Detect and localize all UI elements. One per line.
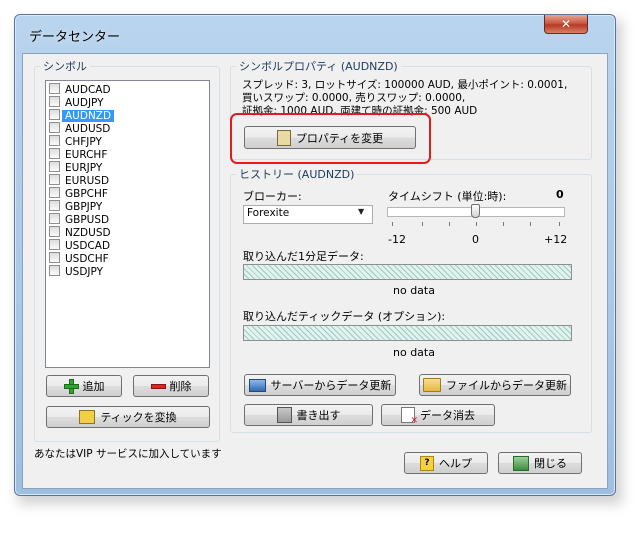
- checkbox-icon[interactable]: [49, 148, 60, 159]
- folder-icon: [423, 378, 441, 392]
- tick-data-bar: [243, 325, 572, 341]
- export-button[interactable]: 書き出す: [244, 404, 373, 426]
- timeshift-label: タイムシフト (単位:時):: [388, 190, 507, 203]
- delete-button[interactable]: 削除: [133, 375, 209, 397]
- checkbox-icon[interactable]: [49, 122, 60, 133]
- checkbox-icon[interactable]: [49, 109, 60, 120]
- convert-ticks-button[interactable]: ティックを変換: [46, 406, 210, 428]
- add-button[interactable]: 追加: [46, 375, 122, 397]
- minute-data-bar: [243, 264, 572, 280]
- tick-data-status: no data: [393, 346, 435, 359]
- broker-select-value: Forexite: [247, 207, 290, 219]
- symbol-item[interactable]: AUDCAD: [49, 83, 207, 96]
- slider-max-label: +12: [544, 233, 568, 246]
- symbol-item[interactable]: AUDUSD: [49, 122, 207, 135]
- close-button[interactable]: 閉じる: [498, 452, 582, 474]
- symbol-item[interactable]: EURJPY: [49, 161, 207, 174]
- update-from-server-button[interactable]: サーバーからデータ更新: [244, 374, 396, 396]
- slider-mid-label: 0: [472, 233, 479, 246]
- checkbox-icon[interactable]: [49, 174, 60, 185]
- properties-line-1: スプレッド: 3, ロットサイズ: 100000 AUD, 最小ポイント: 0.…: [242, 79, 568, 91]
- checkbox-icon[interactable]: [49, 161, 60, 172]
- delete-data-button[interactable]: データ消去: [381, 404, 495, 426]
- checkbox-icon[interactable]: [49, 200, 60, 211]
- checkbox-icon[interactable]: [49, 83, 60, 94]
- checkbox-icon[interactable]: [49, 187, 60, 198]
- symbols-group-label: シンボル: [40, 58, 90, 74]
- tick-data-label: 取り込んだティックデータ (オプション):: [243, 310, 446, 323]
- minute-data-label: 取り込んだ1分足データ:: [243, 250, 364, 263]
- help-button[interactable]: ? ヘルプ: [404, 452, 488, 474]
- symbol-item[interactable]: GBPJPY: [49, 200, 207, 213]
- slider-tick: [503, 222, 504, 226]
- checkbox-icon[interactable]: [49, 135, 60, 146]
- broker-label: ブローカー:: [243, 190, 302, 203]
- checkbox-icon[interactable]: [49, 252, 60, 263]
- checkbox-icon[interactable]: [49, 213, 60, 224]
- symbol-item[interactable]: NZDUSD: [49, 226, 207, 239]
- symbol-item[interactable]: GBPUSD: [49, 213, 207, 226]
- history-group-label: ヒストリー (AUDNZD): [236, 166, 358, 182]
- checkbox-icon[interactable]: [49, 239, 60, 250]
- minus-icon: [150, 379, 166, 393]
- properties-line-2: 買いスワップ: 0.0000, 売りスワップ: 0.0000,: [242, 92, 466, 104]
- timeshift-value: 0: [556, 188, 564, 201]
- window-title: データセンター: [29, 30, 121, 45]
- update-from-file-button[interactable]: ファイルからデータ更新: [419, 374, 571, 396]
- symbol-item[interactable]: USDJPY: [49, 265, 207, 278]
- window-close-button[interactable]: ✕: [544, 15, 588, 34]
- symbol-item[interactable]: CHFJPY: [49, 135, 207, 148]
- export-disk-icon: [276, 407, 292, 423]
- timeshift-slider-thumb[interactable]: [471, 204, 480, 218]
- symbol-item[interactable]: USDCHF: [49, 252, 207, 265]
- symbol-item[interactable]: EURUSD: [49, 174, 207, 187]
- server-monitor-icon: [248, 378, 266, 392]
- tick-convert-icon: [79, 410, 96, 424]
- erase-data-icon: [401, 407, 418, 426]
- checkbox-icon[interactable]: [49, 96, 60, 107]
- plus-icon: [63, 379, 79, 394]
- slider-tick: [530, 222, 531, 226]
- symbol-item-selected[interactable]: AUDNZD: [49, 109, 207, 122]
- symbol-item[interactable]: USDCAD: [49, 239, 207, 252]
- symbol-item[interactable]: EURCHF: [49, 148, 207, 161]
- slider-tick: [559, 222, 560, 226]
- exit-icon: [513, 455, 529, 471]
- highlight-annotation: [230, 113, 431, 164]
- slider-tick: [392, 222, 393, 226]
- checkbox-icon[interactable]: [49, 226, 60, 237]
- help-icon: ?: [420, 455, 434, 471]
- slider-tick: [449, 222, 450, 226]
- symbol-list[interactable]: AUDCAD AUDJPY AUDNZD AUDUSD CHFJPY EURCH…: [45, 80, 210, 368]
- dropdown-arrow-icon[interactable]: ▼: [358, 207, 364, 216]
- slider-tick: [422, 222, 423, 226]
- checkbox-icon[interactable]: [49, 265, 60, 276]
- properties-group-label: シンボルプロパティ (AUDNZD): [236, 58, 401, 74]
- slider-tick: [476, 222, 477, 226]
- slider-min-label: -12: [388, 233, 406, 246]
- symbol-item[interactable]: GBPCHF: [49, 187, 207, 200]
- symbol-item[interactable]: AUDJPY: [49, 96, 207, 109]
- vip-status-text: あなたはVIP サービスに加入しています: [34, 448, 222, 460]
- minute-data-status: no data: [393, 284, 435, 297]
